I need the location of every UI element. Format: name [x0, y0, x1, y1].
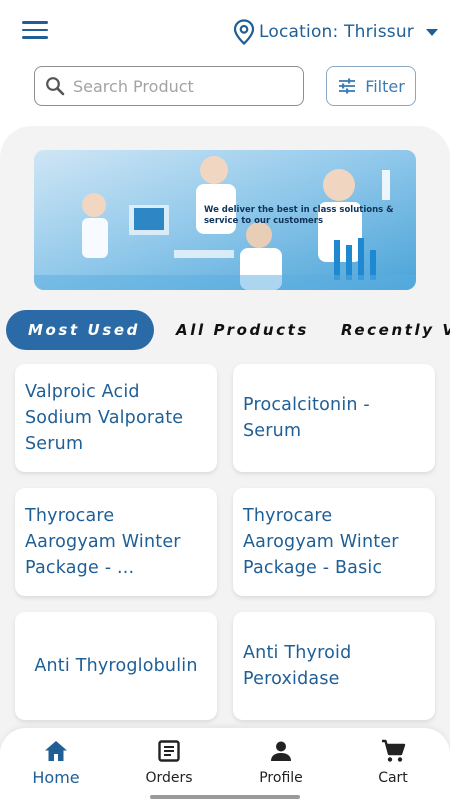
- caret-down-icon: [426, 28, 438, 36]
- filter-button[interactable]: Filter: [326, 66, 416, 106]
- orders-icon: [158, 740, 180, 762]
- bottom-navigation: Home Orders Profile Cart: [0, 728, 450, 800]
- tab-recently-viewed[interactable]: Recently V: [341, 310, 450, 350]
- product-name: Procalcitonin - Serum: [243, 395, 370, 441]
- content-panel: We deliver the best in class solutions &…: [0, 126, 450, 800]
- product-card[interactable]: Valproic Acid Sodium Valporate Serum: [15, 364, 217, 472]
- sliders-icon: [339, 78, 356, 94]
- product-name: Anti Thyroglobulin: [34, 656, 198, 676]
- search-icon: [46, 77, 65, 96]
- cart-icon: [382, 739, 406, 762]
- location-selector[interactable]: Location: Thrissur: [233, 18, 438, 46]
- filter-label: Filter: [365, 76, 405, 96]
- app-header: Location: Thrissur: [0, 0, 450, 60]
- home-icon: [45, 741, 67, 761]
- nav-orders[interactable]: Orders: [124, 738, 214, 786]
- search-field[interactable]: [34, 66, 304, 106]
- nav-profile-label: Profile: [259, 770, 303, 786]
- nav-profile[interactable]: Profile: [236, 738, 326, 786]
- location-label: Location: Thrissur: [259, 22, 414, 42]
- product-card[interactable]: Procalcitonin - Serum: [233, 364, 435, 472]
- search-input[interactable]: [73, 76, 293, 96]
- product-name: Valproic Acid Sodium Valporate Serum: [25, 382, 184, 454]
- banner-tagline: We deliver the best in class solutions &…: [204, 205, 394, 226]
- promo-banner[interactable]: We deliver the best in class solutions &…: [34, 150, 416, 290]
- profile-icon: [271, 741, 291, 761]
- nav-home[interactable]: Home: [11, 738, 101, 787]
- nav-orders-label: Orders: [145, 770, 193, 786]
- tab-most-used[interactable]: Most Used: [6, 310, 154, 350]
- product-card[interactable]: Anti Thyroid Peroxidase: [233, 612, 435, 720]
- hamburger-menu-icon[interactable]: [22, 21, 48, 41]
- nav-cart[interactable]: Cart: [348, 738, 438, 786]
- nav-cart-label: Cart: [378, 770, 408, 786]
- home-indicator: [150, 795, 300, 799]
- product-card[interactable]: Anti Thyroglobulin: [15, 612, 217, 720]
- product-card[interactable]: Thyrocare Aarogyam Winter Package - ...: [15, 488, 217, 596]
- product-card[interactable]: Thyrocare Aarogyam Winter Package - Basi…: [233, 488, 435, 596]
- location-pin-icon: [233, 19, 255, 45]
- product-name: Anti Thyroid Peroxidase: [243, 643, 352, 689]
- category-tabs: Most Used All Products Recently V: [0, 310, 450, 350]
- nav-home-label: Home: [32, 768, 80, 787]
- tab-all-products[interactable]: All Products: [176, 310, 309, 350]
- product-name: Thyrocare Aarogyam Winter Package - Basi…: [243, 506, 399, 578]
- product-name: Thyrocare Aarogyam Winter Package - ...: [25, 506, 181, 578]
